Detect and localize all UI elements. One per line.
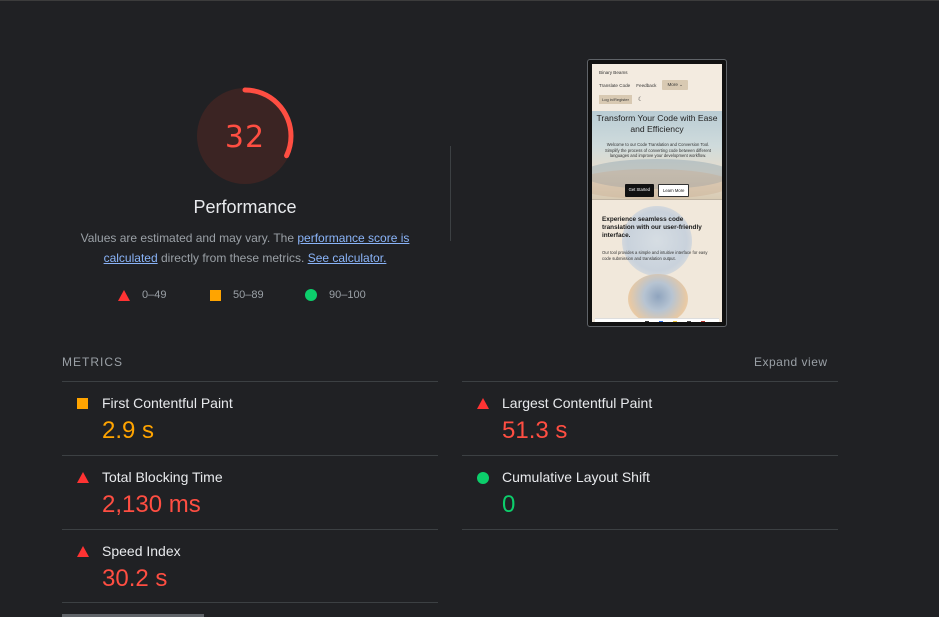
metric-title: Speed Index bbox=[102, 543, 181, 559]
metric-cumulative-layout-shift[interactable]: Cumulative Layout Shift 0 bbox=[462, 456, 838, 530]
thumb-hero: Transform Your Code with Ease and Effici… bbox=[592, 111, 722, 199]
performance-gauge[interactable]: 32 bbox=[193, 84, 297, 188]
taskbar-icon bbox=[701, 321, 705, 322]
thumb-get-started: Get Started bbox=[624, 184, 654, 197]
legend-pass: 90–100 bbox=[305, 289, 366, 301]
thumb-orb-image bbox=[628, 274, 688, 322]
expand-view-toggle[interactable]: Expand view bbox=[754, 355, 828, 369]
metric-speed-index[interactable]: Speed Index 30.2 s bbox=[62, 530, 438, 604]
thumb-hero-title: Transform Your Code with Ease and Effici… bbox=[596, 113, 718, 134]
legend-range: 90–100 bbox=[329, 289, 366, 301]
thumb-brand: Binary Beams bbox=[599, 70, 628, 75]
thumb-nav-link: Translate Code bbox=[599, 82, 631, 88]
metric-title: First Contentful Paint bbox=[102, 395, 233, 411]
triangle-icon bbox=[477, 398, 489, 409]
metrics-divider bbox=[62, 602, 438, 603]
metric-title: Total Blocking Time bbox=[102, 469, 223, 485]
metrics-divider bbox=[462, 529, 838, 530]
score-description: Values are estimated and may vary. The p… bbox=[62, 229, 428, 268]
thumb-section: Experience seamless code translation wit… bbox=[592, 200, 722, 322]
circle-icon bbox=[477, 472, 489, 484]
score-legend: 0–49 50–89 90–100 bbox=[118, 289, 366, 301]
metric-value: 30.2 s bbox=[102, 565, 168, 592]
screenshot-page: Binary Beams Translate Code Feedback Mor… bbox=[592, 64, 722, 322]
thumb-login-button: Log in/Register bbox=[599, 95, 632, 104]
description-text: Values are estimated and may vary. The bbox=[80, 231, 298, 245]
triangle-icon bbox=[77, 472, 89, 483]
moon-icon: ☾ bbox=[637, 97, 644, 103]
taskbar-icon bbox=[645, 321, 649, 322]
square-icon bbox=[77, 398, 88, 409]
legend-range: 0–49 bbox=[142, 289, 167, 301]
square-icon bbox=[210, 289, 221, 301]
thumb-section-text: Our tool provides a simple and intuitive… bbox=[602, 250, 708, 261]
metric-value: 51.3 s bbox=[502, 417, 568, 444]
metric-value: 2.9 s bbox=[102, 417, 155, 444]
legend-range: 50–89 bbox=[233, 289, 264, 301]
metric-title: Cumulative Layout Shift bbox=[502, 469, 650, 485]
thumb-nav: Binary Beams Translate Code Feedback Mor… bbox=[592, 64, 722, 104]
thumb-learn-more: Learn More bbox=[658, 184, 690, 197]
final-screenshot[interactable]: Binary Beams Translate Code Feedback Mor… bbox=[587, 59, 727, 327]
taskbar-icon bbox=[687, 321, 691, 322]
thumb-hero-buttons: Get Started Learn More bbox=[592, 184, 722, 197]
thumb-taskbar bbox=[595, 318, 719, 322]
metric-title: Largest Contentful Paint bbox=[502, 395, 653, 411]
legend-average: 50–89 bbox=[210, 289, 305, 301]
circle-icon bbox=[305, 289, 317, 301]
thumb-hero-text: Welcome to our Code Translation and Conv… bbox=[604, 142, 712, 159]
performance-score: 32 bbox=[224, 119, 266, 155]
metric-value: 0 bbox=[502, 491, 516, 518]
gauge-title: Performance bbox=[193, 197, 297, 217]
thumb-nav-link: Feedback bbox=[636, 82, 657, 88]
triangle-icon bbox=[118, 289, 130, 301]
taskbar-icon bbox=[673, 321, 677, 322]
description-text-middle: directly from these metrics. bbox=[157, 250, 308, 265]
metric-first-contentful-paint[interactable]: First Contentful Paint 2.9 s bbox=[62, 382, 438, 456]
metrics-heading: METRICS bbox=[62, 355, 123, 369]
metric-total-blocking-time[interactable]: Total Blocking Time 2,130 ms bbox=[62, 456, 438, 530]
thumb-section-title: Experience seamless code translation wit… bbox=[602, 216, 702, 239]
metric-largest-contentful-paint[interactable]: Largest Contentful Paint 51.3 s bbox=[462, 382, 838, 456]
metric-value: 2,130 ms bbox=[102, 491, 201, 518]
triangle-icon bbox=[77, 546, 89, 557]
top-border bbox=[0, 0, 939, 1]
taskbar-icon bbox=[659, 321, 663, 322]
legend-fail: 0–49 bbox=[118, 289, 210, 301]
thumb-more-button: More ⌄ bbox=[662, 80, 689, 90]
vertical-divider bbox=[450, 146, 451, 241]
see-calculator-link[interactable]: See calculator. bbox=[308, 251, 387, 265]
